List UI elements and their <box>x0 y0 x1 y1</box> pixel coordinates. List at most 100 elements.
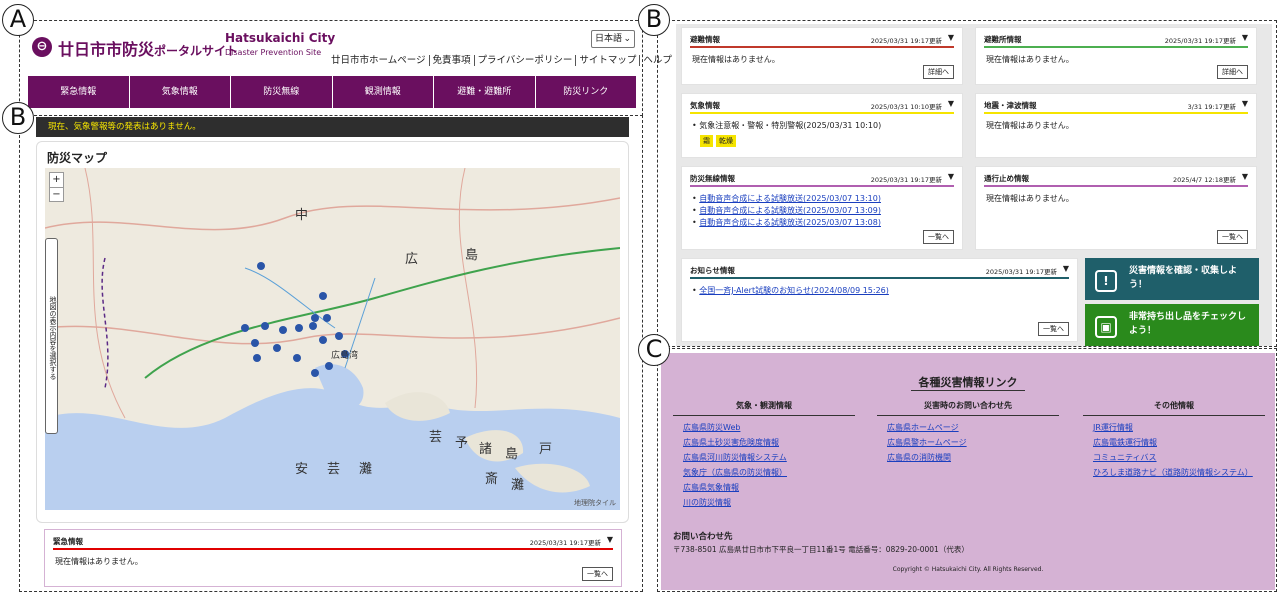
evac-detail-button[interactable]: 詳細へ <box>923 65 954 79</box>
road-date: 2025/4/7 12:18更新 <box>1173 176 1236 184</box>
map-label-geiyo-2: 予 <box>455 436 469 451</box>
shelter-date: 2025/03/31 19:17更新 <box>1164 37 1236 45</box>
link-privacy-policy[interactable]: プライバシーポリシー <box>474 55 577 66</box>
weather-title: 気象情報 <box>690 101 720 110</box>
road-panel: 通行止め情報 2025/4/7 12:18更新 ▼ 現在情報はありません。 一覧… <box>975 166 1257 250</box>
caret-down-icon[interactable]: ▼ <box>1242 99 1248 108</box>
notice-item-link[interactable]: 全国一斉J-Alert試験のお知らせ(2024/08/09 15:26) <box>699 286 889 295</box>
link-item[interactable]: JR運行情報 <box>1093 420 1265 435</box>
map-label-to: 戸 <box>539 442 553 457</box>
evac-date: 2025/03/31 19:17更新 <box>870 37 942 45</box>
caret-down-icon[interactable]: ▼ <box>1242 33 1248 42</box>
nav-links[interactable]: 防災リンク <box>536 76 637 108</box>
caret-down-icon[interactable]: ▼ <box>1242 172 1248 181</box>
contact-heading: お問い合わせ先 <box>673 532 733 542</box>
marker-b-right: B <box>638 4 670 36</box>
road-body: 現在情報はありません。 <box>986 194 1074 203</box>
chevron-down-icon: ⌄ <box>623 34 631 44</box>
contact-address: 〒738-8501 広島県廿日市市下平良一丁目11番1号 電話番号：0829-2… <box>673 545 969 554</box>
shelter-title: 避難所情報 <box>984 35 1022 44</box>
link-item[interactable]: 広島県の消防機関 <box>887 450 1059 465</box>
map-label-hiroshima-bay: 広島湾 <box>331 351 359 361</box>
nav-emergency[interactable]: 緊急情報 <box>28 76 130 108</box>
site-logo-icon[interactable]: ⊖ <box>32 37 52 57</box>
nav-observation[interactable]: 観測情報 <box>333 76 434 108</box>
link-sitemap[interactable]: サイトマップ <box>576 55 641 66</box>
link-disclaimer[interactable]: 免責事項 <box>429 55 475 66</box>
language-select-value: 日本語 <box>595 34 623 44</box>
link-item[interactable]: 広島電鉄運行情報 <box>1093 435 1265 450</box>
evac-body: 現在情報はありません。 <box>692 55 780 64</box>
radio-item-link[interactable]: 自動音声合成による試験放送(2025/03/07 13:10) <box>699 194 881 203</box>
shelter-header: 避難所情報 2025/03/31 19:17更新 ▼ <box>984 33 1248 48</box>
caret-down-icon[interactable]: ▼ <box>948 99 954 108</box>
notice-list-button[interactable]: 一覧へ <box>1038 322 1069 336</box>
marker-c: C <box>638 334 670 366</box>
map-label-geiyo-1: 芸 <box>429 430 443 445</box>
emergency-list-button[interactable]: 一覧へ <box>582 567 613 581</box>
map-label-hiro: 広 <box>405 252 419 267</box>
emergency-panel: 緊急情報 2025/03/31 19:17更新 ▼ 現在情報はありません。 一覧… <box>44 529 622 587</box>
shelter-panel: 避難所情報 2025/03/31 19:17更新 ▼ 現在情報はありません。 詳… <box>975 27 1257 85</box>
road-list-button[interactable]: 一覧へ <box>1217 230 1248 244</box>
quake-panel: 地震・津波情報 3/31 19:17更新 ▼ 現在情報はありません。 <box>975 93 1257 158</box>
map-label-chu: 中 <box>295 208 309 223</box>
collect-info-label: 災害情報を確認・収集しよう！ <box>1129 266 1238 290</box>
road-title: 通行止め情報 <box>984 174 1029 183</box>
link-item[interactable]: 川の防災情報 <box>683 495 855 510</box>
shelter-body: 現在情報はありません。 <box>986 55 1074 64</box>
links-heading: 各種災害情報リンク <box>918 376 1018 389</box>
link-item[interactable]: 広島県土砂災害危険度情報 <box>683 435 855 450</box>
link-help[interactable]: ヘルプ <box>640 55 675 66</box>
radio-list-button[interactable]: 一覧へ <box>923 230 954 244</box>
radio-item-link[interactable]: 自動音声合成による試験放送(2025/03/07 13:09) <box>699 206 881 215</box>
nav-radio[interactable]: 防災無線 <box>231 76 333 108</box>
caret-down-icon[interactable]: ▼ <box>948 33 954 42</box>
radio-item-link[interactable]: 自動音声合成による試験放送(2025/03/07 13:08) <box>699 218 881 227</box>
caret-down-icon[interactable]: ▼ <box>948 172 954 181</box>
map-credit: 地理院タイル <box>574 499 616 507</box>
map-label-geiyo-4: 島 <box>505 447 519 462</box>
links-col-title: 災害時のお問い合わせ先 <box>877 400 1059 416</box>
map-label-geiyo-3: 諸 <box>479 442 493 457</box>
emergency-kit-button[interactable]: ▣ 非常持ち出し品をチェックしよう！ <box>1085 304 1259 346</box>
shelter-detail-button[interactable]: 詳細へ <box>1217 65 1248 79</box>
link-item[interactable]: 広島県ホームページ <box>887 420 1059 435</box>
radio-body: 自動音声合成による試験放送(2025/03/07 13:10) 自動音声合成によ… <box>692 193 881 229</box>
map-label-aki-1: 安 <box>295 462 309 477</box>
zoom-in-button[interactable]: + <box>50 173 63 187</box>
link-item[interactable]: 広島県防災Web <box>683 420 855 435</box>
link-item[interactable]: ひろしま道路ナビ（道路防災情報システム） <box>1093 465 1265 480</box>
map-layer-tab[interactable]: 地図の表示内容を選択する <box>45 238 58 434</box>
emergency-date: 2025/03/31 19:17更新 <box>529 539 601 547</box>
weather-body: 気象注意報・警報・特別警報(2025/03/31 10:10) 霜乾燥 <box>692 120 881 147</box>
site-title[interactable]: 廿日市市防災ポータルサイト <box>58 36 238 60</box>
collect-info-button[interactable]: ! 災害情報を確認・収集しよう！ <box>1085 258 1259 300</box>
links-heading-underline <box>911 390 1025 391</box>
link-city-homepage[interactable]: 廿日市市ホームページ <box>328 55 430 66</box>
map-label-shima: 島 <box>465 248 479 263</box>
notice-body: 全国一斉J-Alert試験のお知らせ(2024/08/09 15:26) <box>692 285 889 297</box>
annotated-screenshot: A B B C ⊖ 廿日市市防災ポータルサイト Hatsukaichi City… <box>0 0 1280 596</box>
disaster-map[interactable]: 中 広 島 広島湾 安 芸 灘 芸 予 諸 島 斎 灘 戸 + − 地図の表示内… <box>45 168 620 510</box>
zoom-out-button[interactable]: − <box>50 187 63 202</box>
language-select[interactable]: 日本語 ⌄ <box>591 30 635 48</box>
notice-title: お知らせ情報 <box>690 266 735 275</box>
link-item[interactable]: 気象庁（広島県の防災情報） <box>683 465 855 480</box>
caret-down-icon[interactable]: ▼ <box>1063 264 1069 273</box>
map-label-saito-1: 斎 <box>485 472 499 487</box>
link-item[interactable]: 広島県河川防災情報システム <box>683 450 855 465</box>
disaster-links-section: 各種災害情報リンク 気象・観測情報 広島県防災Web 広島県土砂災害危険度情報 … <box>661 353 1275 590</box>
nav-weather[interactable]: 気象情報 <box>130 76 231 108</box>
emergency-kit-label: 非常持ち出し品をチェックしよう！ <box>1129 312 1247 336</box>
phone-alert-icon: ! <box>1095 270 1117 292</box>
emergency-title: 緊急情報 <box>53 537 83 546</box>
emergency-body: 現在情報はありません。 <box>55 557 143 566</box>
link-item[interactable]: コミュニティバス <box>1093 450 1265 465</box>
caret-down-icon[interactable]: ▼ <box>607 535 613 544</box>
weather-tag-frost: 霜 <box>700 135 713 147</box>
nav-evacuation[interactable]: 避難・避難所 <box>434 76 536 108</box>
link-item[interactable]: 広島県気象情報 <box>683 480 855 495</box>
weather-header: 気象情報 2025/03/31 10:10更新 ▼ <box>690 99 954 114</box>
link-item[interactable]: 広島県警ホームページ <box>887 435 1059 450</box>
